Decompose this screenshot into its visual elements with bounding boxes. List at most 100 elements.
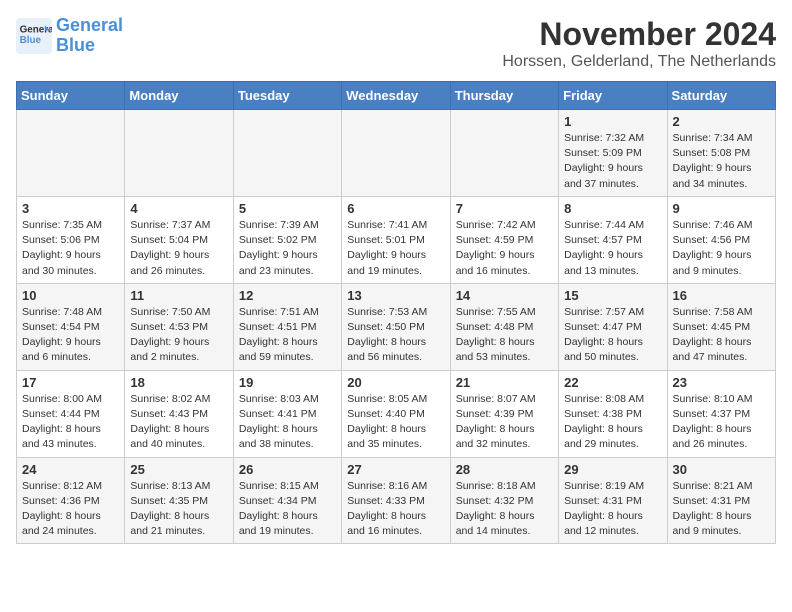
title-area: November 2024 Horssen, Gelderland, The N… <box>502 16 776 71</box>
day-number: 3 <box>22 201 119 216</box>
calendar-cell: 22 Sunrise: 8:08 AM Sunset: 4:38 PM Dayli… <box>559 370 667 457</box>
day-info: Sunrise: 7:42 AM Sunset: 4:59 PM Dayligh… <box>456 218 553 279</box>
weekday-header-cell: Tuesday <box>233 82 341 110</box>
day-info: Sunrise: 7:37 AM Sunset: 5:04 PM Dayligh… <box>130 218 227 279</box>
day-info: Sunrise: 7:55 AM Sunset: 4:48 PM Dayligh… <box>456 305 553 366</box>
day-info: Sunrise: 7:53 AM Sunset: 4:50 PM Dayligh… <box>347 305 444 366</box>
day-info: Sunrise: 7:58 AM Sunset: 4:45 PM Dayligh… <box>673 305 770 366</box>
day-number: 26 <box>239 462 336 477</box>
day-number: 10 <box>22 288 119 303</box>
logo-text-line2: Blue <box>56 36 123 56</box>
calendar-cell <box>450 110 558 197</box>
calendar-cell: 8 Sunrise: 7:44 AM Sunset: 4:57 PM Daylig… <box>559 196 667 283</box>
calendar-cell: 21 Sunrise: 8:07 AM Sunset: 4:39 PM Dayli… <box>450 370 558 457</box>
day-number: 14 <box>456 288 553 303</box>
calendar-cell: 3 Sunrise: 7:35 AM Sunset: 5:06 PM Daylig… <box>17 196 125 283</box>
day-number: 2 <box>673 114 770 129</box>
day-info: Sunrise: 7:48 AM Sunset: 4:54 PM Dayligh… <box>22 305 119 366</box>
calendar-cell: 26 Sunrise: 8:15 AM Sunset: 4:34 PM Dayli… <box>233 457 341 544</box>
calendar-week-row: 1 Sunrise: 7:32 AM Sunset: 5:09 PM Daylig… <box>17 110 776 197</box>
location-title: Horssen, Gelderland, The Netherlands <box>502 53 776 71</box>
day-number: 6 <box>347 201 444 216</box>
day-info: Sunrise: 7:41 AM Sunset: 5:01 PM Dayligh… <box>347 218 444 279</box>
day-number: 22 <box>564 375 661 390</box>
day-info: Sunrise: 7:44 AM Sunset: 4:57 PM Dayligh… <box>564 218 661 279</box>
day-info: Sunrise: 8:07 AM Sunset: 4:39 PM Dayligh… <box>456 392 553 453</box>
calendar-cell: 1 Sunrise: 7:32 AM Sunset: 5:09 PM Daylig… <box>559 110 667 197</box>
day-info: Sunrise: 8:12 AM Sunset: 4:36 PM Dayligh… <box>22 479 119 540</box>
calendar-cell: 30 Sunrise: 8:21 AM Sunset: 4:31 PM Dayli… <box>667 457 775 544</box>
day-number: 25 <box>130 462 227 477</box>
day-number: 20 <box>347 375 444 390</box>
calendar-cell: 29 Sunrise: 8:19 AM Sunset: 4:31 PM Dayli… <box>559 457 667 544</box>
day-number: 21 <box>456 375 553 390</box>
weekday-header-cell: Sunday <box>17 82 125 110</box>
calendar-cell: 14 Sunrise: 7:55 AM Sunset: 4:48 PM Dayli… <box>450 283 558 370</box>
calendar-week-row: 24Sunrise: 8:12 AM Sunset: 4:36 PM Dayli… <box>17 457 776 544</box>
day-info: Sunrise: 8:21 AM Sunset: 4:31 PM Dayligh… <box>673 479 770 540</box>
day-number: 19 <box>239 375 336 390</box>
day-info: Sunrise: 7:50 AM Sunset: 4:53 PM Dayligh… <box>130 305 227 366</box>
day-info: Sunrise: 8:05 AM Sunset: 4:40 PM Dayligh… <box>347 392 444 453</box>
day-number: 18 <box>130 375 227 390</box>
day-info: Sunrise: 7:51 AM Sunset: 4:51 PM Dayligh… <box>239 305 336 366</box>
svg-text:Blue: Blue <box>20 35 42 46</box>
calendar-cell: 19 Sunrise: 8:03 AM Sunset: 4:41 PM Dayli… <box>233 370 341 457</box>
day-number: 13 <box>347 288 444 303</box>
calendar-cell: 10 Sunrise: 7:48 AM Sunset: 4:54 PM Dayli… <box>17 283 125 370</box>
day-number: 28 <box>456 462 553 477</box>
day-info: Sunrise: 7:39 AM Sunset: 5:02 PM Dayligh… <box>239 218 336 279</box>
day-number: 1 <box>564 114 661 129</box>
day-number: 16 <box>673 288 770 303</box>
day-info: Sunrise: 8:13 AM Sunset: 4:35 PM Dayligh… <box>130 479 227 540</box>
day-info: Sunrise: 8:02 AM Sunset: 4:43 PM Dayligh… <box>130 392 227 453</box>
calendar-cell: 24Sunrise: 8:12 AM Sunset: 4:36 PM Dayli… <box>17 457 125 544</box>
calendar-body: 1 Sunrise: 7:32 AM Sunset: 5:09 PM Daylig… <box>17 110 776 544</box>
weekday-header-cell: Thursday <box>450 82 558 110</box>
calendar-cell: 28 Sunrise: 8:18 AM Sunset: 4:32 PM Dayli… <box>450 457 558 544</box>
day-number: 23 <box>673 375 770 390</box>
day-info: Sunrise: 7:34 AM Sunset: 5:08 PM Dayligh… <box>673 131 770 192</box>
day-info: Sunrise: 8:08 AM Sunset: 4:38 PM Dayligh… <box>564 392 661 453</box>
day-info: Sunrise: 8:00 AM Sunset: 4:44 PM Dayligh… <box>22 392 119 453</box>
day-info: Sunrise: 8:03 AM Sunset: 4:41 PM Dayligh… <box>239 392 336 453</box>
day-number: 4 <box>130 201 227 216</box>
weekday-header-cell: Monday <box>125 82 233 110</box>
day-info: Sunrise: 8:19 AM Sunset: 4:31 PM Dayligh… <box>564 479 661 540</box>
day-number: 17 <box>22 375 119 390</box>
weekday-header-row: SundayMondayTuesdayWednesdayThursdayFrid… <box>17 82 776 110</box>
calendar-cell <box>342 110 450 197</box>
calendar-cell: 5 Sunrise: 7:39 AM Sunset: 5:02 PM Daylig… <box>233 196 341 283</box>
day-number: 7 <box>456 201 553 216</box>
calendar-cell: 9Sunrise: 7:46 AM Sunset: 4:56 PM Daylig… <box>667 196 775 283</box>
day-info: Sunrise: 8:18 AM Sunset: 4:32 PM Dayligh… <box>456 479 553 540</box>
calendar-cell: 17 Sunrise: 8:00 AM Sunset: 4:44 PM Dayli… <box>17 370 125 457</box>
day-info: Sunrise: 8:15 AM Sunset: 4:34 PM Dayligh… <box>239 479 336 540</box>
calendar-cell: 6 Sunrise: 7:41 AM Sunset: 5:01 PM Daylig… <box>342 196 450 283</box>
logo: General Blue General Blue <box>16 16 123 56</box>
calendar-week-row: 3 Sunrise: 7:35 AM Sunset: 5:06 PM Daylig… <box>17 196 776 283</box>
day-number: 12 <box>239 288 336 303</box>
logo-icon: General Blue <box>16 18 52 54</box>
calendar-cell: 27Sunrise: 8:16 AM Sunset: 4:33 PM Dayli… <box>342 457 450 544</box>
calendar-cell: 16 Sunrise: 7:58 AM Sunset: 4:45 PM Dayli… <box>667 283 775 370</box>
calendar-cell: 11Sunrise: 7:50 AM Sunset: 4:53 PM Dayli… <box>125 283 233 370</box>
calendar-cell: 13 Sunrise: 7:53 AM Sunset: 4:50 PM Dayli… <box>342 283 450 370</box>
calendar-cell: 2 Sunrise: 7:34 AM Sunset: 5:08 PM Daylig… <box>667 110 775 197</box>
calendar-cell: 15Sunrise: 7:57 AM Sunset: 4:47 PM Dayli… <box>559 283 667 370</box>
weekday-header-cell: Saturday <box>667 82 775 110</box>
calendar-cell <box>233 110 341 197</box>
day-info: Sunrise: 7:32 AM Sunset: 5:09 PM Dayligh… <box>564 131 661 192</box>
day-number: 5 <box>239 201 336 216</box>
weekday-header-cell: Friday <box>559 82 667 110</box>
day-number: 29 <box>564 462 661 477</box>
day-number: 8 <box>564 201 661 216</box>
calendar-week-row: 10 Sunrise: 7:48 AM Sunset: 4:54 PM Dayli… <box>17 283 776 370</box>
calendar-cell: 20 Sunrise: 8:05 AM Sunset: 4:40 PM Dayli… <box>342 370 450 457</box>
calendar-cell: 4 Sunrise: 7:37 AM Sunset: 5:04 PM Daylig… <box>125 196 233 283</box>
day-number: 30 <box>673 462 770 477</box>
calendar-cell: 25 Sunrise: 8:13 AM Sunset: 4:35 PM Dayli… <box>125 457 233 544</box>
calendar-cell: 7 Sunrise: 7:42 AM Sunset: 4:59 PM Daylig… <box>450 196 558 283</box>
day-info: Sunrise: 7:35 AM Sunset: 5:06 PM Dayligh… <box>22 218 119 279</box>
day-info: Sunrise: 7:46 AM Sunset: 4:56 PM Dayligh… <box>673 218 770 279</box>
